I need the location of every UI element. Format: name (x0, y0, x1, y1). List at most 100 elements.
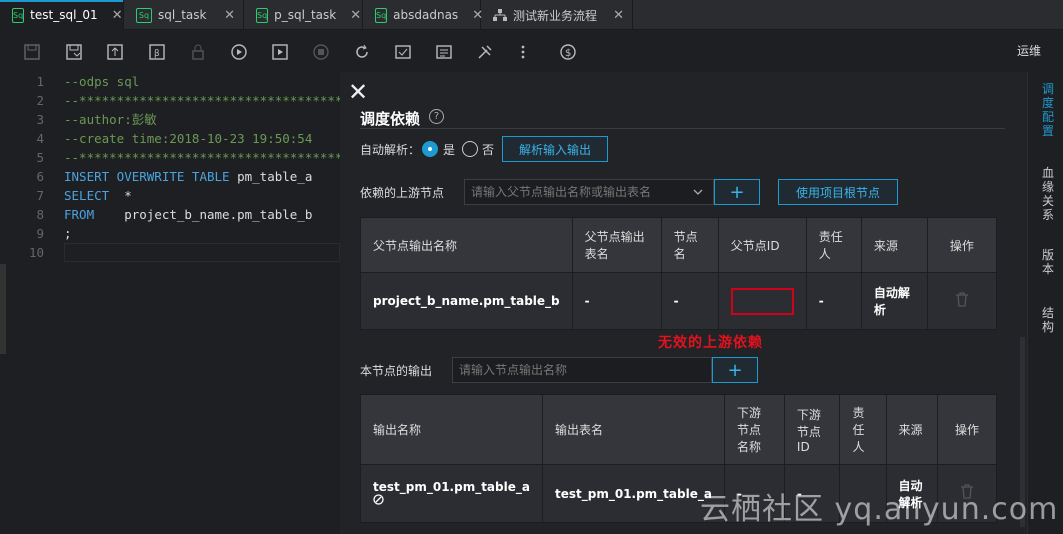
radio-yes-label: 是 (443, 143, 456, 157)
line-number: 6 (36, 169, 44, 184)
input-placeholder: 请输入父节点输出名称或输出表名 (471, 185, 652, 199)
schedule-config-panel: ✕ 调度依赖 ? 自动解析： 是 否 解析输入输出 依赖的上游节点 请输入父节点… (340, 72, 1027, 534)
sql-identifier: * (109, 188, 132, 203)
line-number: 8 (36, 207, 44, 222)
format-icon[interactable] (435, 43, 453, 61)
table-header-row: 父节点输出名称 父节点输出表名 节点名 父节点ID 责任人 来源 操作 (360, 217, 998, 273)
section-title: 调度依赖 (360, 110, 421, 128)
advanced-run-icon[interactable] (271, 43, 289, 61)
close-icon[interactable]: ✕ (599, 8, 624, 23)
check-icon[interactable] (394, 43, 412, 61)
edit-icon[interactable] (373, 493, 384, 508)
col-header: 输出名称 (360, 394, 543, 465)
upstream-label: 依赖的上游节点 (360, 186, 445, 200)
upstream-table: 父节点输出名称 父节点输出表名 节点名 父节点ID 责任人 来源 操作 proj… (360, 217, 998, 330)
watermark: 云栖社区 yq.aliyun.com (700, 492, 1059, 527)
tab-absdadnas[interactable]: Sq absdadnas ✕ (363, 0, 483, 30)
right-side-rail: 调度配置 血缘关系 版本 结构 (1027, 72, 1063, 534)
add-upstream-button[interactable]: + (714, 179, 760, 205)
workflow-icon (493, 9, 507, 21)
sql-file-icon: Sq (256, 7, 269, 23)
code-text: --odps sql (64, 74, 140, 89)
close-icon[interactable]: ✕ (348, 80, 368, 104)
tools-icon[interactable] (476, 43, 494, 61)
line-number: 1 (36, 74, 44, 89)
col-header: 来源 (885, 394, 938, 465)
cell-output-name: test_pm_01.pm_table_a (360, 464, 543, 523)
cost-icon[interactable]: $ (559, 43, 577, 61)
toolbar: β $ 运维 (0, 31, 1063, 71)
close-icon[interactable]: ✕ (210, 8, 235, 23)
svg-text:β: β (154, 49, 160, 59)
radio-yes[interactable] (422, 141, 438, 157)
run-icon[interactable] (230, 43, 248, 61)
editor-scroll-marker (0, 264, 6, 354)
col-header: 来源 (860, 217, 928, 273)
sql-file-icon: Sq (12, 7, 25, 23)
code-text: --author:彭敏 (64, 112, 157, 127)
cell-output-table: - (571, 272, 662, 330)
rail-item-structure[interactable]: 结构 (1042, 306, 1056, 334)
editor-tab-bar: Sq test_sql_01 ✕ Sq sql_task ✕ Sq p_sql_… (0, 0, 1063, 30)
cell-output-name: project_b_name.pm_table_b (360, 272, 573, 330)
close-icon[interactable]: ✕ (336, 8, 361, 23)
sql-identifier: pm_table_a (229, 169, 313, 184)
sql-file-icon: Sq (375, 7, 388, 23)
sql-keyword: FROM (64, 207, 95, 222)
sql-identifier: project_b_name.pm_table_b (94, 207, 313, 222)
help-icon[interactable]: ? (429, 109, 444, 124)
trash-icon[interactable] (955, 291, 969, 311)
code-text: --************************************** (64, 93, 340, 108)
add-output-button[interactable]: + (712, 357, 758, 383)
tab-test-sql-01[interactable]: Sq test_sql_01 ✕ (0, 0, 124, 30)
cell-node-name: - (660, 272, 719, 330)
save-icon[interactable] (23, 43, 41, 61)
tab-label: sql_task (158, 8, 207, 22)
tab-label: p_sql_task (274, 8, 337, 22)
lock-icon[interactable] (189, 43, 207, 61)
steal-lock-icon[interactable]: β (148, 43, 166, 61)
tab-p-sql-task[interactable]: Sq p_sql_task ✕ (244, 0, 363, 30)
line-number: 2 (36, 93, 44, 108)
cell-owner: - (805, 272, 862, 330)
col-header: 责任人 (805, 217, 862, 273)
rail-item-schedule-config[interactable]: 调度配置 (1042, 82, 1056, 138)
rail-item-versions[interactable]: 版本 (1042, 248, 1056, 276)
cell-node-id (717, 272, 807, 330)
cell-source: 自动解析 (860, 272, 928, 330)
close-icon[interactable]: ✕ (98, 8, 123, 23)
invalid-highlight-box (730, 287, 794, 315)
chevron-down-icon (693, 180, 703, 214)
upstream-search-input[interactable]: 请输入父节点输出名称或输出表名 (464, 179, 714, 205)
code-text: --************************************** (64, 150, 340, 165)
more-icon[interactable] (514, 43, 532, 61)
tab-workflow[interactable]: 测试新业务流程 ✕ (481, 0, 633, 30)
line-number: 10 (28, 245, 44, 260)
parse-io-button[interactable]: 解析输入输出 (502, 136, 608, 162)
rail-item-lineage[interactable]: 血缘关系 (1042, 166, 1056, 222)
col-header: 下游节点名称 (723, 394, 785, 465)
col-header: 输出表名 (541, 394, 725, 465)
table-row: project_b_name.pm_table_b - - - 自动解析 (360, 272, 998, 330)
stop-icon[interactable] (312, 43, 330, 61)
refresh-icon[interactable] (353, 43, 371, 61)
use-root-node-button[interactable]: 使用项目根节点 (778, 179, 898, 205)
tab-label: absdadnas (393, 8, 459, 22)
tab-label: 测试新业务流程 (513, 8, 598, 23)
line-number: 4 (36, 131, 44, 146)
save-as-icon[interactable] (65, 43, 83, 61)
submit-icon[interactable] (106, 43, 124, 61)
code-text: --create time:2018-10-23 19:50:54 (64, 131, 313, 146)
tab-sql-task[interactable]: Sq sql_task ✕ (124, 0, 244, 30)
auto-parse-label: 自动解析： (360, 143, 421, 157)
sql-keyword: SELECT (64, 188, 110, 203)
tab-label: test_sql_01 (30, 8, 98, 22)
divider (360, 128, 1005, 129)
code-editor[interactable]: 1 --odps sql 2 --*************************… (0, 72, 340, 534)
col-header: 父节点ID (717, 217, 807, 273)
current-line-highlight (64, 243, 340, 262)
output-name-input[interactable]: 请输入节点输出名称 (452, 357, 712, 383)
ops-link[interactable]: 运维 (1017, 42, 1041, 59)
radio-no[interactable] (462, 141, 478, 157)
close-icon[interactable]: ✕ (458, 8, 483, 23)
